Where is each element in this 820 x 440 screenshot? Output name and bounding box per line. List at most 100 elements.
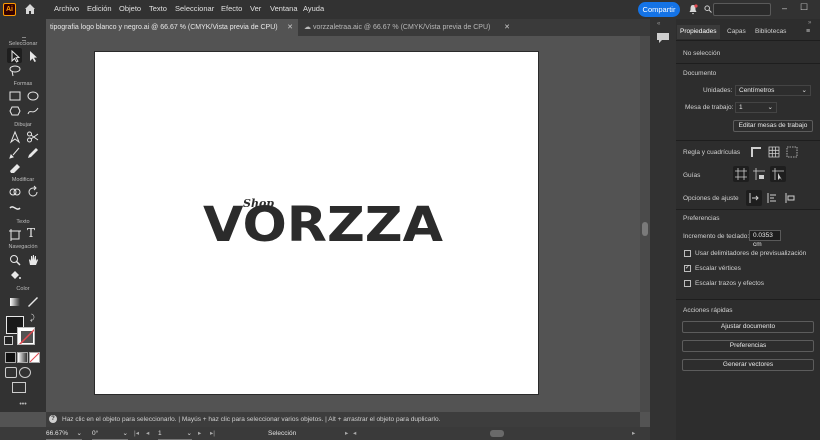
- scale-strokes-checkbox[interactable]: [684, 280, 691, 287]
- prev-icon[interactable]: ◂: [353, 428, 356, 439]
- paintbrush-tool-icon[interactable]: [8, 146, 22, 160]
- type-tool-icon[interactable]: T: [27, 226, 35, 240]
- lasso-tool-icon[interactable]: [8, 64, 22, 78]
- zoom-tool-icon[interactable]: [8, 253, 22, 267]
- grid-icon[interactable]: [768, 146, 780, 158]
- color-mode-icon[interactable]: [5, 352, 16, 363]
- ellipse-tool-icon[interactable]: [26, 89, 40, 103]
- help-icon[interactable]: ?: [49, 415, 57, 423]
- lock-guides-icon[interactable]: [753, 168, 765, 180]
- eyedropper-icon[interactable]: [26, 295, 40, 309]
- home-icon[interactable]: [24, 3, 36, 15]
- prev-artboard-icon[interactable]: ◂: [146, 428, 149, 439]
- gradient-tool-icon[interactable]: [8, 295, 22, 309]
- scroll-thumb[interactable]: [642, 222, 648, 236]
- last-artboard-icon[interactable]: ▸|: [210, 428, 215, 439]
- snap-point-icon[interactable]: [748, 192, 760, 204]
- pen-tool-icon[interactable]: [8, 130, 22, 144]
- artboard-value: 1: [158, 430, 162, 437]
- default-colors-icon[interactable]: [4, 336, 13, 345]
- tab-document-cloud[interactable]: ☁ vorzzaletraa.aic @ 66.67 % (CMYK/Vista…: [300, 19, 515, 36]
- menu-efecto[interactable]: Efecto: [221, 4, 242, 13]
- share-button[interactable]: Compartir: [638, 2, 680, 17]
- logo-sub-text: Shop: [243, 197, 274, 210]
- divider: [676, 299, 820, 300]
- scissors-icon[interactable]: [26, 130, 40, 144]
- group-label-color: Color: [16, 286, 30, 292]
- artboard-select[interactable]: 1 ⌄: [735, 102, 777, 113]
- menu-archivo[interactable]: Archivo: [54, 4, 79, 13]
- keyboard-increment-input[interactable]: 0.0353 cm: [749, 230, 781, 248]
- swap-colors-icon[interactable]: ⤸: [30, 313, 35, 323]
- search-input[interactable]: [713, 3, 771, 16]
- shape-builder-icon[interactable]: [8, 185, 22, 199]
- none-mode-icon[interactable]: [29, 352, 40, 363]
- preview-bounds-checkbox[interactable]: [684, 250, 691, 257]
- minimize-icon[interactable]: –: [782, 3, 787, 13]
- bell-icon[interactable]: [688, 4, 698, 15]
- direct-selection-tool-icon[interactable]: [26, 49, 40, 63]
- tab-properties[interactable]: Propiedades: [677, 25, 720, 39]
- snap-pixel-icon[interactable]: [766, 192, 778, 204]
- quick-actions-title: Acciones rápidas: [683, 307, 733, 314]
- collapse-icon[interactable]: «: [657, 21, 660, 27]
- selection-tool-icon[interactable]: [8, 49, 22, 63]
- rectangle-tool-icon[interactable]: [8, 89, 22, 103]
- menu-objeto[interactable]: Objeto: [119, 4, 141, 13]
- zoom-field[interactable]: 66.67% ⌄: [46, 428, 82, 440]
- comments-icon[interactable]: [656, 32, 670, 44]
- smart-guides-icon[interactable]: [772, 168, 784, 180]
- artboard-tool-icon[interactable]: [8, 228, 22, 242]
- tab-document-active[interactable]: tipografia logo blanco y negro.ai @ 66.6…: [46, 19, 298, 36]
- group-label-shapes: Formas: [13, 81, 33, 87]
- preferences-button[interactable]: Preferencias: [682, 340, 814, 352]
- width-tool-icon[interactable]: [8, 201, 22, 215]
- gradient-mode-icon[interactable]: [17, 352, 28, 363]
- menu-texto[interactable]: Texto: [149, 4, 167, 13]
- paint-bucket-icon[interactable]: [8, 268, 22, 282]
- shaper-tool-icon[interactable]: [26, 104, 40, 118]
- snap-glyph-icon[interactable]: [784, 192, 796, 204]
- menu-ayuda[interactable]: Ayuda: [303, 4, 324, 13]
- horizontal-scroll-thumb[interactable]: [490, 430, 504, 437]
- panel-icon-strip: [650, 19, 676, 440]
- scale-corners-checkbox[interactable]: ✓: [684, 265, 691, 272]
- vorzza-logo[interactable]: VORZZA Shop: [203, 189, 443, 247]
- hand-tool-icon[interactable]: [26, 253, 40, 267]
- tab-layers[interactable]: Capas: [724, 25, 749, 39]
- eraser-tool-icon[interactable]: [8, 162, 22, 176]
- scroll-right-icon[interactable]: ▸: [632, 428, 635, 439]
- draw-behind-icon[interactable]: [19, 367, 31, 378]
- ruler-icon[interactable]: [750, 146, 762, 158]
- more-tools-icon[interactable]: •••: [0, 401, 46, 408]
- selection-status: No selección: [683, 50, 721, 57]
- polygon-tool-icon[interactable]: [8, 104, 22, 118]
- show-guides-icon[interactable]: [735, 168, 747, 180]
- close-icon[interactable]: ✕: [504, 19, 510, 36]
- edit-artboards-button[interactable]: Editar mesas de trabajo: [733, 120, 813, 132]
- stroke-color-swatch[interactable]: [17, 327, 35, 345]
- menu-seleccionar[interactable]: Seleccionar: [175, 4, 214, 13]
- fit-document-button[interactable]: Ajustar documento: [682, 321, 814, 333]
- pencil-tool-icon[interactable]: [26, 146, 40, 160]
- transparency-grid-icon[interactable]: [786, 146, 798, 158]
- close-icon[interactable]: ✕: [287, 19, 293, 36]
- tab-libraries[interactable]: Bibliotecas: [752, 25, 789, 39]
- maximize-icon[interactable]: ☐: [800, 2, 808, 13]
- rotate-tool-icon[interactable]: [26, 185, 40, 199]
- screen-mode-icon[interactable]: [12, 382, 26, 393]
- draw-mode-icon[interactable]: [5, 367, 17, 378]
- artboard-field[interactable]: 1 ⌄: [158, 428, 192, 440]
- menu-ventana[interactable]: Ventana: [270, 4, 298, 13]
- artboard[interactable]: VORZZA Shop: [94, 51, 539, 395]
- generate-vectors-button[interactable]: Generar vectores: [682, 359, 814, 371]
- menu-ver[interactable]: Ver: [250, 4, 261, 13]
- next-artboard-icon[interactable]: ▸: [198, 428, 201, 439]
- first-artboard-icon[interactable]: |◂: [134, 428, 139, 439]
- rotation-field[interactable]: 0° ⌄: [92, 428, 128, 440]
- panel-menu-icon[interactable]: ≡: [806, 28, 810, 35]
- units-select[interactable]: Centímetros ⌄: [735, 85, 811, 96]
- collapse-panel-icon[interactable]: »: [808, 20, 811, 26]
- play-icon[interactable]: ▸: [345, 428, 348, 439]
- menu-edicion[interactable]: Edición: [87, 4, 112, 13]
